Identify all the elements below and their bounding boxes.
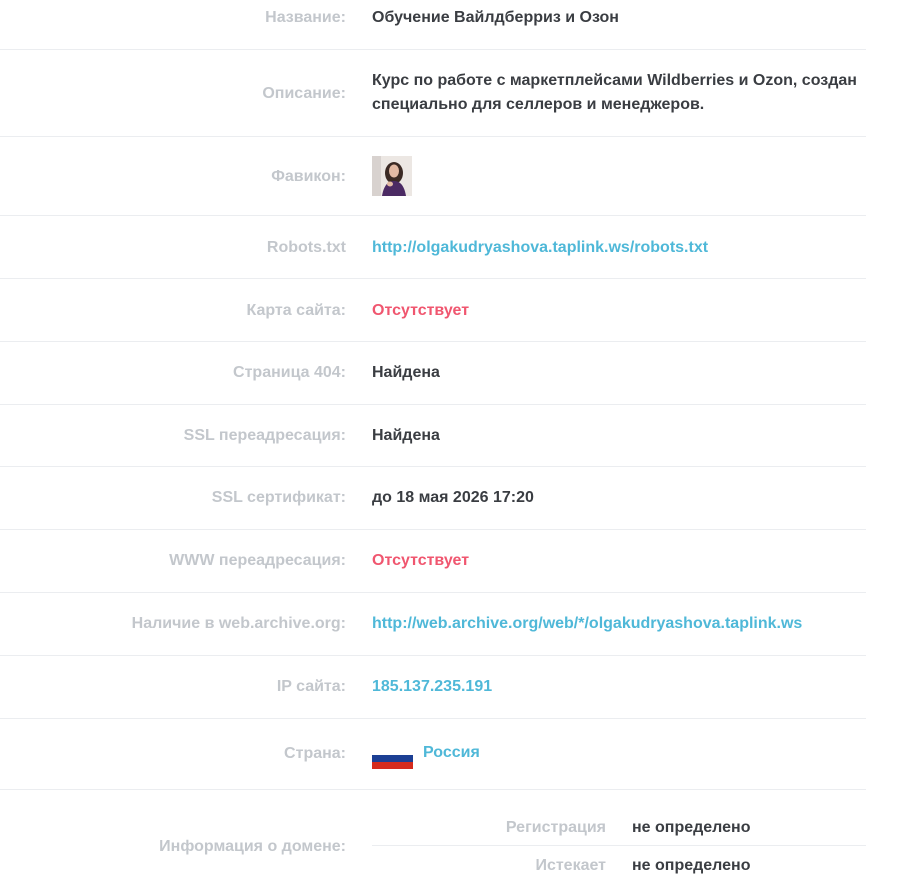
- www-redirect-value: Отсутствует: [372, 552, 470, 569]
- flag-stripe-red: [372, 762, 413, 769]
- registration-value: не определено: [632, 819, 751, 836]
- expires-label: Истекает: [535, 857, 606, 874]
- sitemap-value: Отсутствует: [372, 302, 470, 319]
- row-name: Название: Обучение Вайлдберриз и Озон: [0, 0, 866, 50]
- russia-flag-icon: [372, 748, 413, 769]
- country-label: Страна:: [284, 745, 346, 762]
- row-ssl-redirect: SSL переадресация: Найдена: [0, 405, 866, 467]
- www-redirect-label: WWW переадресация:: [169, 552, 346, 569]
- row-sitemap: Карта сайта: Отсутствует: [0, 279, 866, 342]
- description-label: Описание:: [262, 85, 346, 102]
- robots-link[interactable]: http://olgakudryashova.taplink.ws/robots…: [372, 236, 708, 260]
- ssl-cert-value: до 18 мая 2026 17:20: [372, 489, 534, 506]
- flag-stripe-blue: [372, 755, 413, 762]
- archive-label: Наличие в web.archive.org:: [131, 615, 346, 632]
- row-description: Описание: Курс по работе с маркетплейсам…: [0, 50, 866, 137]
- row-country: Страна: Россия: [0, 719, 866, 790]
- row-page404: Страница 404: Найдена: [0, 342, 866, 405]
- robots-label: Robots.txt: [266, 239, 346, 256]
- favicon-image: [372, 156, 412, 196]
- row-www-redirect: WWW переадресация: Отсутствует: [0, 530, 866, 593]
- ssl-redirect-value: Найдена: [372, 427, 440, 444]
- row-domain-info: Информация о домене: Регистрация не опре…: [0, 790, 866, 889]
- flag-stripe-white: [372, 748, 413, 755]
- row-robots: Robots.txt http://olgakudryashova.taplin…: [0, 216, 866, 279]
- sitemap-label: Карта сайта:: [246, 302, 347, 319]
- row-archive: Наличие в web.archive.org: http://web.ar…: [0, 593, 866, 656]
- site-info-table: Название: Обучение Вайлдберриз и Озон Оп…: [0, 0, 866, 889]
- domain-registration-row: Регистрация не определено: [372, 808, 866, 846]
- row-ip: IP сайта: 185.137.235.191: [0, 656, 866, 719]
- favicon-label: Фавикон:: [271, 168, 346, 185]
- expires-value: не определено: [632, 857, 751, 874]
- description-value: Курс по работе с маркетплейсами Wildberr…: [372, 72, 857, 113]
- domain-info-label: Информация о домене:: [159, 838, 346, 855]
- page404-label: Страница 404:: [233, 364, 346, 381]
- row-favicon: Фавикон:: [0, 137, 866, 216]
- name-value: Обучение Вайлдберриз и Озон: [372, 9, 619, 26]
- country-link[interactable]: Россия: [423, 741, 480, 765]
- page404-value: Найдена: [372, 364, 440, 381]
- ip-link[interactable]: 185.137.235.191: [372, 675, 492, 699]
- archive-link[interactable]: http://web.archive.org/web/*/olgakudryas…: [372, 612, 802, 636]
- ip-label: IP сайта:: [276, 678, 346, 695]
- registration-label: Регистрация: [505, 819, 606, 836]
- row-ssl-cert: SSL сертификат: до 18 мая 2026 17:20: [0, 467, 866, 530]
- ssl-cert-label: SSL сертификат:: [211, 489, 346, 506]
- ssl-redirect-label: SSL переадресация:: [183, 427, 346, 444]
- domain-expires-row: Истекает не определено: [372, 847, 866, 885]
- name-label: Название:: [265, 9, 346, 26]
